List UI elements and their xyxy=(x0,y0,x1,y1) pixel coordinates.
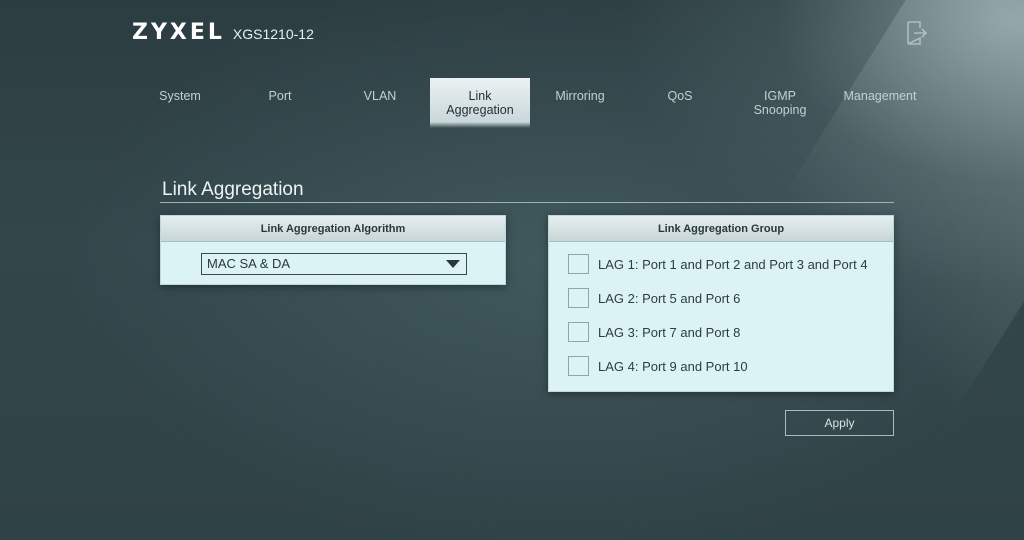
tab-link-aggregation[interactable]: Link Aggregation xyxy=(430,78,530,128)
lag2-label: LAG 2: Port 5 and Port 6 xyxy=(598,290,741,306)
algorithm-panel-header: Link Aggregation Algorithm xyxy=(161,216,505,242)
lag4-label: LAG 4: Port 9 and Port 10 xyxy=(598,358,748,374)
title-divider xyxy=(160,202,894,203)
apply-button[interactable]: Apply xyxy=(785,410,894,436)
main-nav: System Port VLAN Link Aggregation Mirror… xyxy=(130,78,930,128)
lag-row: LAG 2: Port 5 and Port 6 xyxy=(568,287,740,309)
lag1-checkbox[interactable] xyxy=(568,254,589,274)
lag2-checkbox[interactable] xyxy=(568,288,589,308)
tab-management[interactable]: Management xyxy=(830,78,930,126)
group-panel: Link Aggregation Group LAG 1: Port 1 and… xyxy=(548,215,894,392)
logout-icon[interactable] xyxy=(906,20,928,46)
lag4-checkbox[interactable] xyxy=(568,356,589,376)
tab-igmp-snooping[interactable]: IGMP Snooping xyxy=(730,78,830,126)
lag3-label: LAG 3: Port 7 and Port 8 xyxy=(598,324,741,340)
group-panel-header: Link Aggregation Group xyxy=(549,216,893,242)
lag1-label: LAG 1: Port 1 and Port 2 and Port 3 and … xyxy=(598,256,868,272)
algorithm-select[interactable]: MAC SA & DA xyxy=(201,253,467,275)
tab-mirroring[interactable]: Mirroring xyxy=(530,78,630,126)
lag-row: LAG 1: Port 1 and Port 2 and Port 3 and … xyxy=(568,253,868,275)
algorithm-select-value: MAC SA & DA xyxy=(207,256,291,271)
tab-qos[interactable]: QoS xyxy=(630,78,730,126)
device-model: XGS1210-12 xyxy=(232,26,314,42)
page-title: Link Aggregation xyxy=(162,179,304,200)
dropdown-arrow-icon xyxy=(446,260,460,268)
tab-vlan[interactable]: VLAN xyxy=(330,78,430,126)
brand-logo: ZYXEL xyxy=(132,20,225,45)
header: ZYXEL XGS1210-12 xyxy=(132,20,314,45)
algorithm-panel: Link Aggregation Algorithm MAC SA & DA xyxy=(160,215,506,285)
lag-row: LAG 3: Port 7 and Port 8 xyxy=(568,321,740,343)
tab-system[interactable]: System xyxy=(130,78,230,126)
lag3-checkbox[interactable] xyxy=(568,322,589,342)
tab-port[interactable]: Port xyxy=(230,78,330,126)
lag-row: LAG 4: Port 9 and Port 10 xyxy=(568,355,748,377)
